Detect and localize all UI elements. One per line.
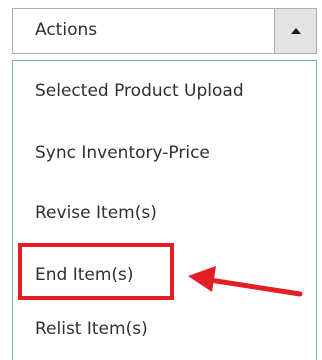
menu-item-relist-items[interactable]: Relist Item(s): [35, 319, 148, 339]
arrow-left-icon: [188, 266, 303, 297]
screenshot-frame: Actions Selected Product Upload Sync Inv…: [0, 0, 322, 360]
actions-dropdown-label: Actions: [35, 20, 98, 40]
actions-menu: Selected Product Upload Sync Inventory-P…: [12, 60, 317, 360]
actions-dropdown[interactable]: Actions: [12, 8, 317, 54]
menu-item-revise-items[interactable]: Revise Item(s): [35, 203, 157, 223]
highlight-box: [18, 243, 174, 300]
menu-item-sync-inventory-price[interactable]: Sync Inventory-Price: [35, 143, 210, 163]
menu-item-selected-product-upload[interactable]: Selected Product Upload: [35, 81, 244, 101]
dropdown-toggle-button[interactable]: [274, 9, 316, 53]
caret-up-icon: [291, 28, 301, 34]
